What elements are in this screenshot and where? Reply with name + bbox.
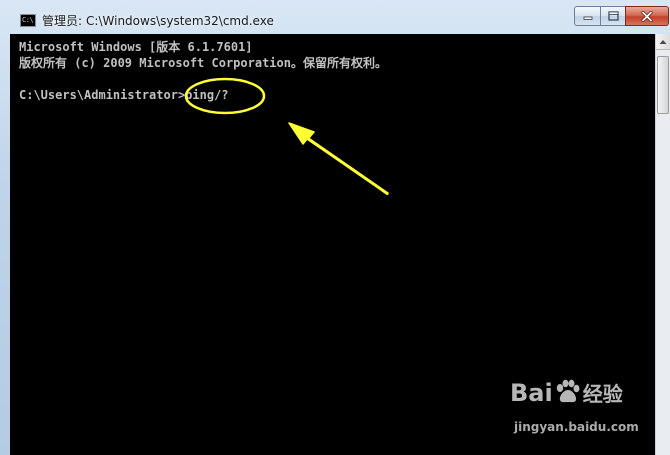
watermark-logo: Bai 经验 <box>510 378 623 407</box>
scroll-up-button[interactable] <box>656 34 670 50</box>
minimize-button[interactable] <box>574 6 601 26</box>
watermark-url: jingyan.baidu.com <box>514 420 639 434</box>
title-prefix: 管理员: <box>42 14 83 28</box>
cmd-icon-label: C:\ <box>22 16 34 24</box>
close-icon <box>641 10 653 22</box>
cmd-window: C:\ 管理员: C:\Windows\system32\cmd.exe Mic… <box>0 0 670 455</box>
maximize-button[interactable] <box>600 6 626 26</box>
title-bar[interactable]: C:\ 管理员: C:\Windows\system32\cmd.exe <box>0 0 670 36</box>
watermark-logo-suffix: 经验 <box>582 382 623 406</box>
cmd-app-icon[interactable]: C:\ <box>20 14 36 27</box>
maximize-icon <box>607 11 619 21</box>
baidu-paw-icon <box>556 379 580 403</box>
scroll-up-arrow-icon <box>659 40 667 44</box>
baidu-watermark: Bai 经验 jingyan.baidu.com <box>510 378 660 442</box>
caption-buttons <box>574 6 669 26</box>
console-line-copyright: 版权所有 (c) 2009 Microsoft Corporation。保留所有… <box>19 56 387 70</box>
console-prompt-command: C:\Users\Administrator>ping/? <box>19 88 229 102</box>
window-title: 管理员: C:\Windows\system32\cmd.exe <box>42 12 274 29</box>
scroll-thumb[interactable] <box>657 56 669 114</box>
console-line-version: Microsoft Windows [版本 6.1.7601] <box>19 40 253 54</box>
close-button[interactable] <box>625 6 669 26</box>
watermark-logo-text: Bai <box>510 379 553 407</box>
minimize-icon <box>583 16 592 20</box>
title-path: C:\Windows\system32\cmd.exe <box>86 14 274 28</box>
